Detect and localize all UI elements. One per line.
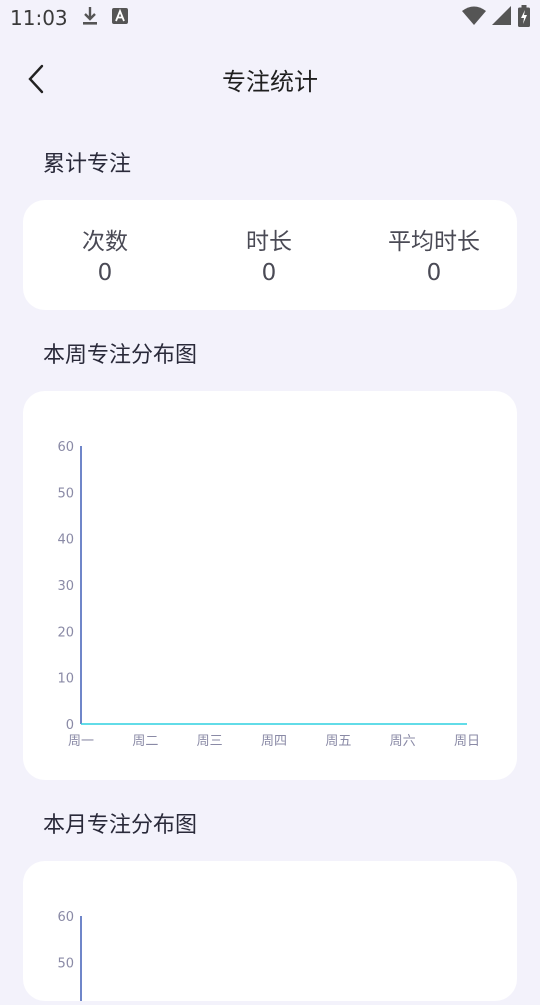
stat-duration-value: 0 (261, 260, 277, 286)
stat-duration: 时长 0 (189, 222, 349, 286)
y-tick-label: 20 (57, 625, 74, 640)
y-tick-label: 0 (66, 718, 74, 733)
weekly-chart: 0 10 20 30 40 50 60 周一 周二 周三 周四 周五 周六 周日 (57, 440, 480, 749)
y-tick-label: 50 (57, 486, 74, 501)
page-title: 专注统计 (222, 68, 318, 96)
stat-average-value: 0 (426, 260, 442, 286)
text-a-icon (111, 8, 128, 28)
y-tick-label: 40 (57, 533, 74, 548)
y-tick-label: 60 (57, 440, 74, 455)
status-time: 11:03 (10, 6, 68, 30)
y-tick-label: 50 (57, 956, 74, 971)
cumulative-section-title: 累计专注 (43, 152, 132, 177)
x-tick-label: 周五 (325, 734, 351, 749)
y-tick-label: 10 (57, 672, 74, 687)
header: 专注统计 (0, 36, 540, 122)
monthly-chart-card: 60 50 (23, 861, 517, 1001)
stat-count-label: 次数 (82, 229, 128, 255)
stat-average: 平均时长 0 (354, 222, 514, 286)
stat-count-value: 0 (97, 260, 113, 286)
wifi-icon (462, 6, 486, 30)
stat-duration-label: 时长 (246, 229, 292, 255)
x-tick-label: 周一 (68, 734, 94, 749)
battery-charging-icon (518, 5, 530, 31)
weekly-section-title: 本周专注分布图 (43, 343, 198, 368)
stat-average-label: 平均时长 (388, 229, 480, 255)
x-tick-label: 周六 (390, 734, 416, 749)
y-tick-label: 30 (57, 579, 74, 594)
signal-icon (492, 6, 512, 30)
cumulative-stats-card: 次数 0 时长 0 平均时长 0 (23, 200, 517, 310)
monthly-chart: 60 50 (57, 910, 82, 1001)
stat-count: 次数 0 (25, 222, 185, 286)
x-tick-label: 周三 (197, 734, 223, 749)
weekly-chart-card: 0 10 20 30 40 50 60 周一 周二 周三 周四 周五 周六 周日 (23, 391, 517, 780)
y-tick-label: 60 (57, 910, 74, 925)
x-tick-label: 周日 (454, 734, 480, 749)
x-tick-label: 周二 (132, 734, 158, 749)
download-icon (82, 6, 98, 30)
monthly-section-title: 本月专注分布图 (43, 813, 198, 838)
status-bar: 11:03 (0, 0, 540, 36)
x-tick-label: 周四 (261, 734, 287, 749)
